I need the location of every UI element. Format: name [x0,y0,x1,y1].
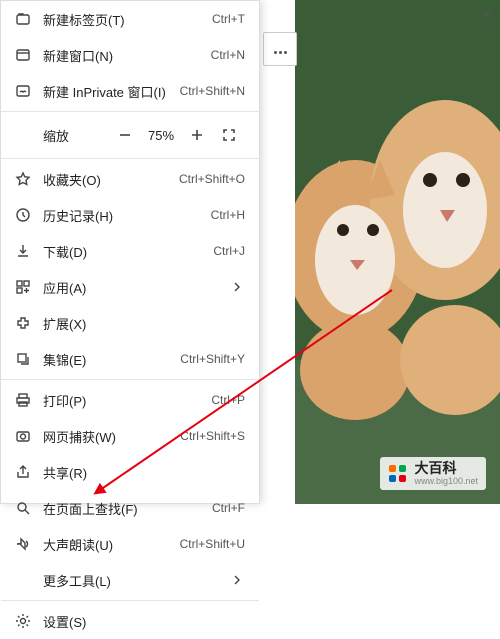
watermark-title: 大百科 [414,461,478,475]
menu-item-label: 设置(S) [43,612,245,631]
menu-item-shortcut: Ctrl+J [213,244,245,258]
menu-item-shortcut: Ctrl+P [211,393,245,407]
find-icon [15,500,31,516]
history-icon [15,207,31,223]
star-icon [15,171,31,187]
menu-item-label: 新建标签页(T) [43,10,212,29]
zoom-in-button[interactable] [181,119,213,151]
capture-icon [15,428,31,444]
inprivate-icon [15,83,31,99]
menu-item-shortcut: Ctrl+Shift+Y [180,352,245,366]
menu-history[interactable]: 历史记录(H) Ctrl+H [1,197,259,233]
separator [1,111,259,112]
separator [1,600,259,601]
menu-find[interactable]: 在页面上查找(F) Ctrl+F [1,490,259,526]
background-image [295,0,500,504]
watermark-subtitle: www.big100.net [414,477,478,486]
menu-capture[interactable]: 网页捕获(W) Ctrl+Shift+S [1,418,259,454]
menu-more-tools[interactable]: 更多工具(L) [1,562,259,598]
menu-item-label: 大声朗读(U) [43,535,180,554]
separator [1,379,259,380]
menu-item-shortcut: Ctrl+Shift+S [180,429,245,443]
chevron-right-icon [229,279,245,295]
gear-icon [15,613,31,629]
menu-print[interactable]: 打印(P) Ctrl+P [1,382,259,418]
menu-downloads[interactable]: 下载(D) Ctrl+J [1,233,259,269]
zoom-label: 缩放 [43,126,69,145]
menu-item-label: 扩展(X) [43,314,245,333]
tab-icon [15,11,31,27]
menu-item-label: 应用(A) [43,278,229,297]
menu-item-label: 下载(D) [43,242,213,261]
zoom-value: 75% [141,128,181,143]
menu-item-label: 共享(R) [43,463,245,482]
menu-item-shortcut: Ctrl+Shift+O [179,172,245,186]
menu-favorites[interactable]: 收藏夹(O) Ctrl+Shift+O [1,161,259,197]
menu-item-shortcut: Ctrl+H [211,208,245,222]
watermark-logo-icon [388,464,408,484]
more-options-button[interactable] [263,32,297,66]
menu-item-label: 打印(P) [43,391,211,410]
menu-item-shortcut: Ctrl+T [212,12,245,26]
separator [1,158,259,159]
menu-collections[interactable]: 集锦(E) Ctrl+Shift+Y [1,341,259,377]
window-icon [15,47,31,63]
menu-new-window[interactable]: 新建窗口(N) Ctrl+N [1,37,259,73]
menu-settings[interactable]: 设置(S) [1,603,259,639]
extensions-icon [15,315,31,331]
menu-zoom: 缩放 75% [1,114,259,156]
menu-read-aloud[interactable]: 大声朗读(U) Ctrl+Shift+U [1,526,259,562]
fullscreen-button[interactable] [213,119,245,151]
menu-item-shortcut: Ctrl+F [212,501,245,515]
share-icon [15,464,31,480]
menu-item-label: 新建窗口(N) [43,46,211,65]
close-icon[interactable]: ✕ [480,6,492,23]
apps-icon [15,279,31,295]
download-icon [15,243,31,259]
menu-item-label: 历史记录(H) [43,206,211,225]
menu-apps[interactable]: 应用(A) [1,269,259,305]
menu-new-tab[interactable]: 新建标签页(T) Ctrl+T [1,1,259,37]
menu-item-shortcut: Ctrl+N [211,48,245,62]
blank-icon [15,572,31,588]
ellipsis-icon [273,42,288,57]
menu-share[interactable]: 共享(R) [1,454,259,490]
watermark: 大百科 www.big100.net [380,457,486,490]
chevron-right-icon [229,572,245,588]
browser-menu: 新建标签页(T) Ctrl+T 新建窗口(N) Ctrl+N 新建 InPriv… [0,0,260,504]
menu-item-label: 收藏夹(O) [43,170,179,189]
menu-item-shortcut: Ctrl+Shift+U [180,537,245,551]
menu-item-label: 新建 InPrivate 窗口(I) [43,82,180,101]
menu-item-label: 网页捕获(W) [43,427,180,446]
menu-item-shortcut: Ctrl+Shift+N [180,84,245,98]
print-icon [15,392,31,408]
zoom-out-button[interactable] [109,119,141,151]
menu-item-label: 集锦(E) [43,350,180,369]
collections-icon [15,351,31,367]
menu-new-inprivate[interactable]: 新建 InPrivate 窗口(I) Ctrl+Shift+N [1,73,259,109]
read-aloud-icon [15,536,31,552]
menu-item-label: 更多工具(L) [43,571,229,590]
menu-item-label: 在页面上查找(F) [43,499,212,518]
menu-extensions[interactable]: 扩展(X) [1,305,259,341]
